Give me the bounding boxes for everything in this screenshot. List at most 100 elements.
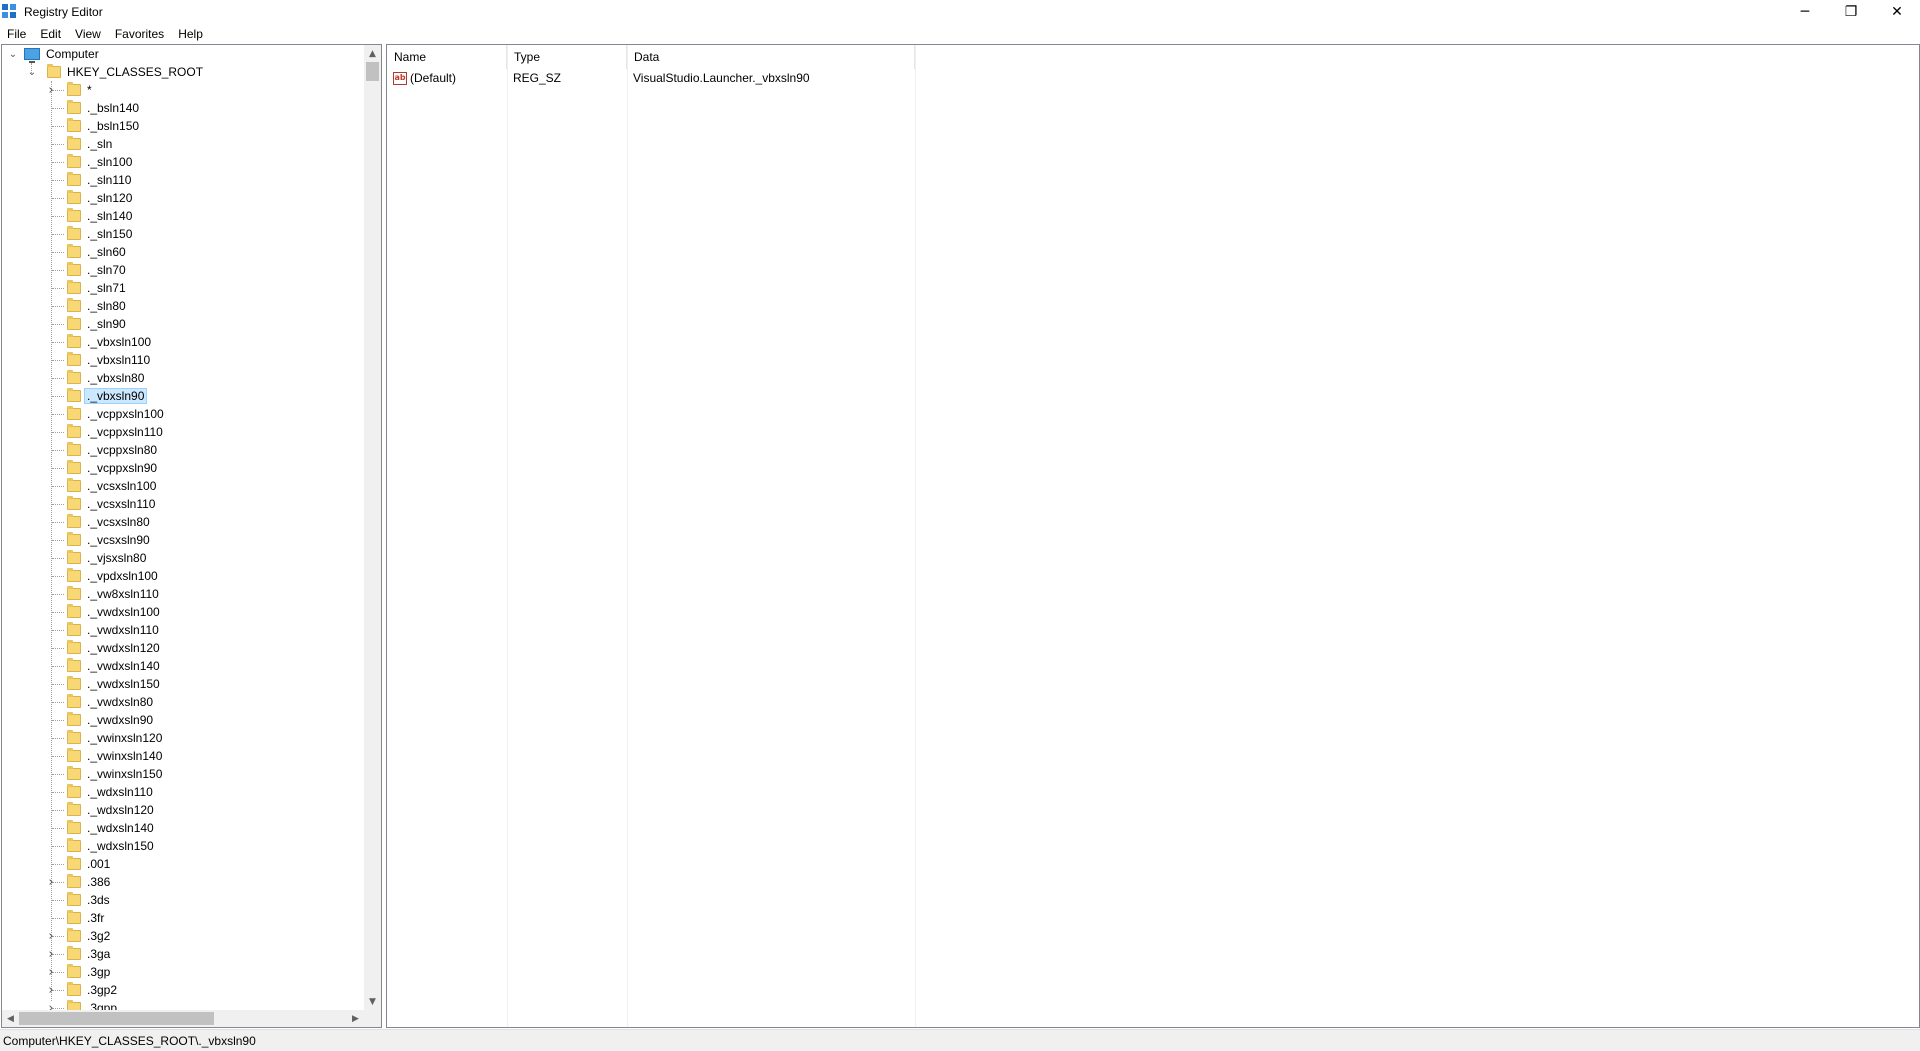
tree-item[interactable]: ._wdxsln140 <box>45 819 154 837</box>
tree-item-label: .3g2 <box>87 929 111 943</box>
folder-icon <box>67 298 81 312</box>
scroll-thumb[interactable] <box>366 62 379 81</box>
tree-item[interactable]: .3fr <box>45 909 104 927</box>
tree-item-label: ._sln60 <box>87 245 126 259</box>
folder-icon <box>67 766 81 780</box>
tree-item-label: ._vbxsln100 <box>87 335 152 349</box>
chevron-right-icon[interactable]: › <box>46 947 56 962</box>
minimize-button[interactable]: ─ <box>1782 0 1828 24</box>
tree-item[interactable]: ._vbxsln100 <box>45 333 151 351</box>
tree-item[interactable]: › .3ga <box>45 945 110 963</box>
tree-item[interactable]: ._vwinxsln140 <box>45 747 162 765</box>
tree-item[interactable]: ._vcppxsln90 <box>45 459 157 477</box>
column-data[interactable]: Data <box>627 45 915 69</box>
tree-item[interactable]: ._sln110 <box>45 171 131 189</box>
tree-item[interactable]: ._vwinxsln120 <box>45 729 162 747</box>
tree-vertical-scrollbar[interactable]: ▲ ▼ <box>364 45 381 1010</box>
tree-item[interactable]: ._vw8xsln110 <box>45 585 159 603</box>
menu-view[interactable]: View <box>68 27 108 41</box>
tree-item[interactable]: ._vcppxsln110 <box>45 423 163 441</box>
column-name[interactable]: Name <box>387 45 507 69</box>
tree-item[interactable]: ._sln60 <box>45 243 126 261</box>
scroll-down-icon[interactable]: ▼ <box>364 993 381 1010</box>
tree-item[interactable]: ._sln150 <box>45 225 132 243</box>
tree-item[interactable]: ._sln80 <box>45 297 126 315</box>
tree-item[interactable]: .001 <box>45 855 110 873</box>
tree-item[interactable]: ._vcsxsln90 <box>45 531 150 549</box>
tree-item[interactable]: ._wdxsln110 <box>45 783 153 801</box>
chevron-right-icon[interactable]: › <box>46 929 56 944</box>
tree-item[interactable]: ._vcsxsln100 <box>45 477 156 495</box>
chevron-right-icon[interactable]: › <box>46 83 56 98</box>
column-type[interactable]: Type <box>507 45 627 69</box>
folder-icon <box>67 82 81 96</box>
chevron-down-icon[interactable]: ⌄ <box>27 67 37 78</box>
tree-item[interactable]: ._wdxsln150 <box>45 837 154 855</box>
scroll-thumb[interactable] <box>19 1012 214 1025</box>
tree-item[interactable]: ._sln70 <box>45 261 126 279</box>
tree-item-label: .3fr <box>87 911 105 925</box>
menu-file[interactable]: File <box>0 27 33 41</box>
tree-item[interactable]: ._vcsxsln110 <box>45 495 155 513</box>
tree-item[interactable]: ._vcsxsln80 <box>45 513 150 531</box>
tree-item-computer[interactable]: ⌄ Computer <box>6 45 99 63</box>
tree-item[interactable]: ._vcppxsln80 <box>45 441 157 459</box>
chevron-right-icon[interactable]: › <box>46 1001 56 1011</box>
tree-item[interactable]: › .3g2 <box>45 927 110 945</box>
tree-item[interactable]: ._vbxsln90 <box>45 387 148 405</box>
tree-item[interactable]: ._sln100 <box>45 153 132 171</box>
tree-item[interactable]: ._vwdxsln110 <box>45 621 159 639</box>
tree-item[interactable]: ._vwdxsln80 <box>45 693 153 711</box>
scroll-left-icon[interactable]: ◀ <box>2 1010 19 1027</box>
tree-item[interactable]: ._vpdxsln100 <box>45 567 158 585</box>
menu-favorites[interactable]: Favorites <box>108 27 171 41</box>
tree-item[interactable]: ._vbxsln110 <box>45 351 150 369</box>
menu-help[interactable]: Help <box>171 27 210 41</box>
tree-item-label: .3gp <box>87 965 111 979</box>
menu-edit[interactable]: Edit <box>33 27 68 41</box>
window-controls: ─ ❐ ✕ <box>1782 0 1920 24</box>
tree-item[interactable]: ._vbxsln80 <box>45 369 144 387</box>
tree-item[interactable]: › .3gp <box>45 963 110 981</box>
tree-item[interactable]: › * <box>45 81 92 99</box>
tree-item-label: ._vwdxsln140 <box>87 659 160 673</box>
tree-item-label: ._vwdxsln120 <box>87 641 160 655</box>
tree-item[interactable]: ._vwdxsln150 <box>45 675 160 693</box>
restore-button[interactable]: ❐ <box>1828 0 1874 24</box>
tree-item[interactable]: ._bsln150 <box>45 117 139 135</box>
tree-item[interactable]: ._sln120 <box>45 189 132 207</box>
folder-icon <box>67 280 81 294</box>
folder-icon <box>67 586 81 600</box>
tree-item[interactable]: › .386 <box>45 873 110 891</box>
tree-item[interactable]: ._wdxsln120 <box>45 801 154 819</box>
tree-item[interactable]: ._sln140 <box>45 207 132 225</box>
tree-item[interactable]: › .3gpp <box>45 999 117 1010</box>
chevron-right-icon[interactable]: › <box>46 875 56 890</box>
tree-item[interactable]: › .3gp2 <box>45 981 117 999</box>
tree-item[interactable]: ._vjsxsln80 <box>45 549 146 567</box>
tree-item-hkey-classes-root[interactable]: ⌄ HKEY_CLASSES_ROOT <box>25 63 203 81</box>
tree-item[interactable]: .3ds <box>45 891 110 909</box>
current-key-path: Computer\HKEY_CLASSES_ROOT\._vbxsln90 <box>3 1033 256 1048</box>
value-row[interactable]: ab (Default) REG_SZ VisualStudio.Launche… <box>387 69 915 87</box>
tree-item[interactable]: ._vwdxsln90 <box>45 711 153 729</box>
tree-item[interactable]: ._vcppxsln100 <box>45 405 164 423</box>
tree-item[interactable]: ._vwinxsln150 <box>45 765 162 783</box>
tree-item[interactable]: ._vwdxsln120 <box>45 639 160 657</box>
tree-item[interactable]: ._bsln140 <box>45 99 139 117</box>
tree-item[interactable]: ._vwdxsln100 <box>45 603 160 621</box>
column-divider <box>627 45 628 1027</box>
scroll-up-icon[interactable]: ▲ <box>364 45 381 62</box>
tree-item[interactable]: ._vwdxsln140 <box>45 657 160 675</box>
chevron-right-icon[interactable]: › <box>46 965 56 980</box>
tree-item-label: ._sln100 <box>87 155 133 169</box>
close-button[interactable]: ✕ <box>1874 0 1920 24</box>
chevron-right-icon[interactable]: › <box>46 983 56 998</box>
tree-item[interactable]: ._sln90 <box>45 315 126 333</box>
chevron-down-icon[interactable]: ⌄ <box>8 49 18 60</box>
scroll-right-icon[interactable]: ▶ <box>347 1010 364 1027</box>
tree-item-label: ._wdxsln120 <box>87 803 154 817</box>
tree-horizontal-scrollbar[interactable]: ◀ ▶ <box>2 1010 364 1027</box>
tree-item[interactable]: ._sln <box>45 135 112 153</box>
tree-item[interactable]: ._sln71 <box>45 279 126 297</box>
